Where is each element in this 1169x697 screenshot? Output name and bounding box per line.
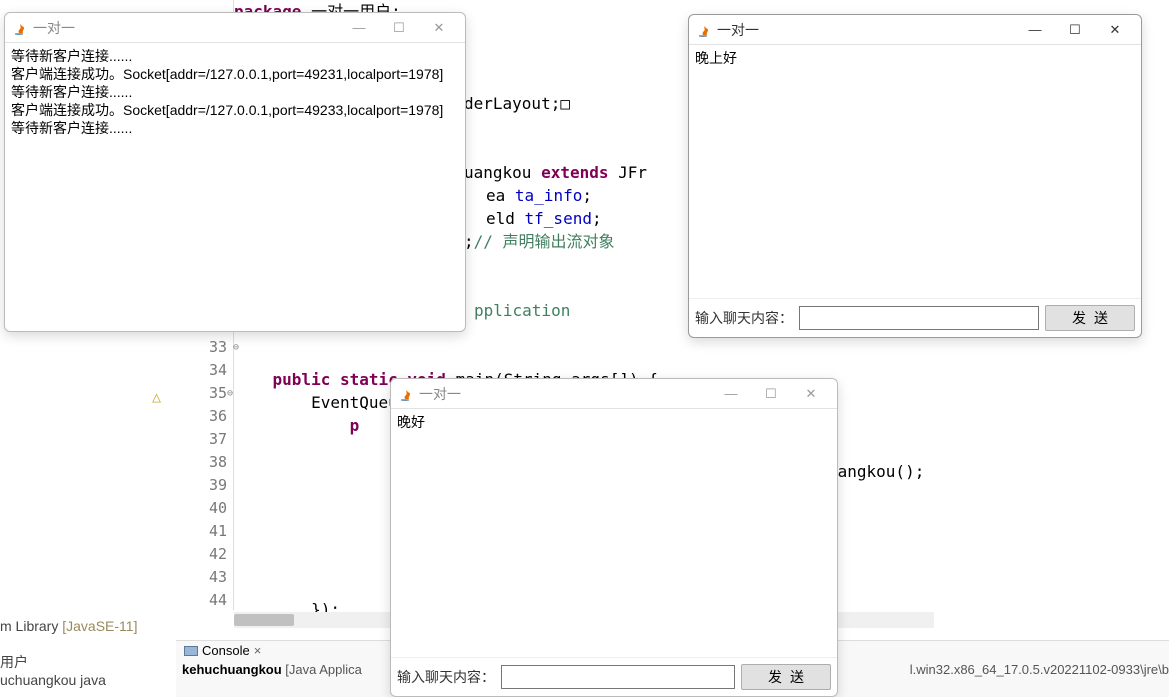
project-tree-fragment: m Library [JavaSE-11] 用户 uchuangkou java [0,618,137,688]
window-titlebar[interactable]: 一对一 — ☐ ✕ [689,15,1141,45]
line-number: 44 [176,589,227,612]
chat-input[interactable] [799,306,1039,330]
send-button[interactable]: 发送 [741,664,831,690]
window-title: 一对一 [33,18,75,38]
client-window-2[interactable]: 一对一 — ☐ ✕ 晚好 输入聊天内容： 发送 [390,378,838,697]
client-window-1[interactable]: 一对一 — ☐ ✕ 晚上好 输入聊天内容： 发送 [688,14,1142,338]
chat-input[interactable] [501,665,735,689]
console-tab-label: Console [202,643,250,658]
minimize-button[interactable]: — [711,382,751,406]
line-number: 35⊖△ [176,382,227,405]
send-button[interactable]: 发送 [1045,305,1135,331]
console-tab[interactable]: Console × [176,641,269,660]
input-row: 输入聊天内容： 发送 [391,657,837,696]
console-icon [184,646,198,656]
java-icon [11,20,27,36]
minimize-button[interactable]: — [1015,18,1055,42]
scrollbar-thumb[interactable] [234,614,294,626]
server-log: 等待新客户连接...... 客户端连接成功。Socket[addr=/127.0… [5,43,465,331]
close-button[interactable]: ✕ [791,382,831,406]
minimize-button[interactable]: — [339,16,379,40]
line-number: 43 [176,566,227,589]
close-button[interactable]: ✕ [419,16,459,40]
close-button[interactable]: ✕ [1095,18,1135,42]
window-title: 一对一 [419,384,461,404]
java-icon [397,386,413,402]
line-number: 42 [176,543,227,566]
window-titlebar[interactable]: 一对一 — ☐ ✕ [391,379,837,409]
input-row: 输入聊天内容： 发送 [689,298,1141,337]
chat-log: 晚好 [391,409,837,657]
close-icon[interactable]: × [254,643,262,658]
line-number: 38 [176,451,227,474]
line-number: 39 [176,474,227,497]
line-number: 33⊖ [176,336,227,359]
line-number: 41 [176,520,227,543]
line-number: 37 [176,428,227,451]
chat-log: 晚上好 [689,45,1141,298]
window-title: 一对一 [717,20,759,40]
java-icon [695,22,711,38]
maximize-button[interactable]: ☐ [751,382,791,406]
input-label: 输入聊天内容： [397,667,495,687]
line-number: 34 [176,359,227,382]
maximize-button[interactable]: ☐ [379,16,419,40]
line-number: 36 [176,405,227,428]
window-titlebar[interactable]: 一对一 — ☐ ✕ [5,13,465,43]
server-window[interactable]: 一对一 — ☐ ✕ 等待新客户连接...... 客户端连接成功。Socket[a… [4,12,466,332]
line-number: 40 [176,497,227,520]
maximize-button[interactable]: ☐ [1055,18,1095,42]
input-label: 输入聊天内容： [695,308,793,328]
